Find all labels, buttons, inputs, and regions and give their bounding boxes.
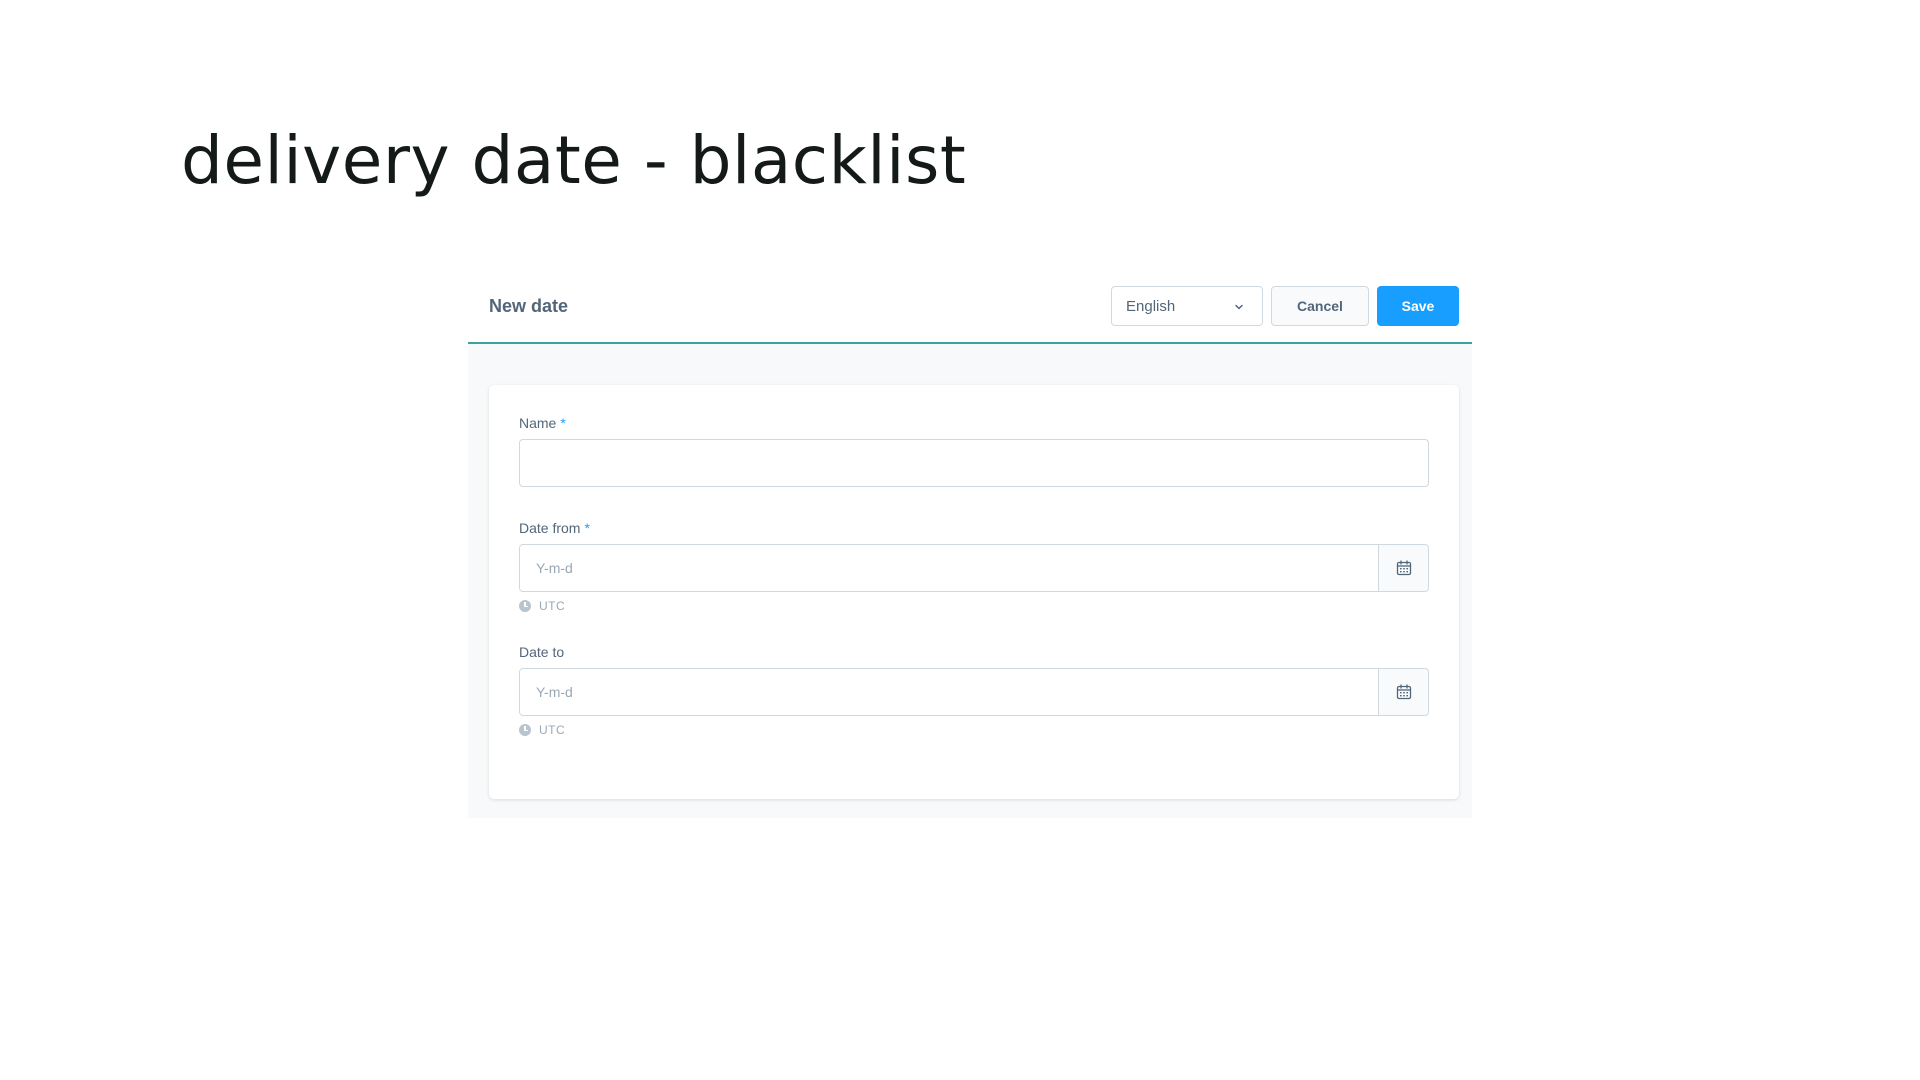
timezone-label: UTC bbox=[539, 599, 566, 613]
panel-title: New date bbox=[489, 296, 569, 316]
date-from-calendar-button[interactable] bbox=[1378, 544, 1429, 592]
required-marker: * bbox=[560, 415, 566, 431]
date-to-label: Date to bbox=[519, 644, 564, 660]
date-to-calendar-button[interactable] bbox=[1378, 668, 1429, 716]
calendar-icon bbox=[1396, 684, 1411, 700]
new-date-panel: New date English Cancel Save Name * Date … bbox=[468, 282, 1472, 818]
name-label: Name * bbox=[519, 415, 566, 431]
form-card: Name* Date from* UTC bbox=[489, 385, 1459, 799]
panel-header: New date English Cancel Save bbox=[468, 282, 1472, 344]
timezone-label: UTC bbox=[539, 723, 566, 737]
date-to-timezone-hint: UTC bbox=[519, 723, 565, 737]
name-input[interactable] bbox=[519, 439, 1429, 487]
date-from-label: Date from * bbox=[519, 520, 590, 536]
date-from-label-text: Date from bbox=[519, 520, 581, 536]
page-title: delivery date - blacklist bbox=[181, 122, 967, 199]
date-from-input[interactable] bbox=[519, 544, 1379, 592]
name-label-text: Name bbox=[519, 415, 557, 431]
clock-icon bbox=[519, 600, 531, 612]
date-to-input[interactable] bbox=[519, 668, 1379, 716]
calendar-icon bbox=[1396, 560, 1411, 576]
required-marker: * bbox=[584, 520, 590, 536]
language-select[interactable]: English bbox=[1111, 286, 1263, 326]
save-button[interactable]: Save bbox=[1377, 286, 1459, 326]
cancel-button[interactable]: Cancel bbox=[1271, 286, 1369, 326]
language-select-value: English bbox=[1126, 298, 1176, 315]
clock-icon bbox=[519, 724, 531, 736]
date-to-label-text: Date to bbox=[519, 644, 565, 660]
chevron-down-icon bbox=[1235, 304, 1243, 310]
date-from-timezone-hint: UTC bbox=[519, 599, 565, 613]
